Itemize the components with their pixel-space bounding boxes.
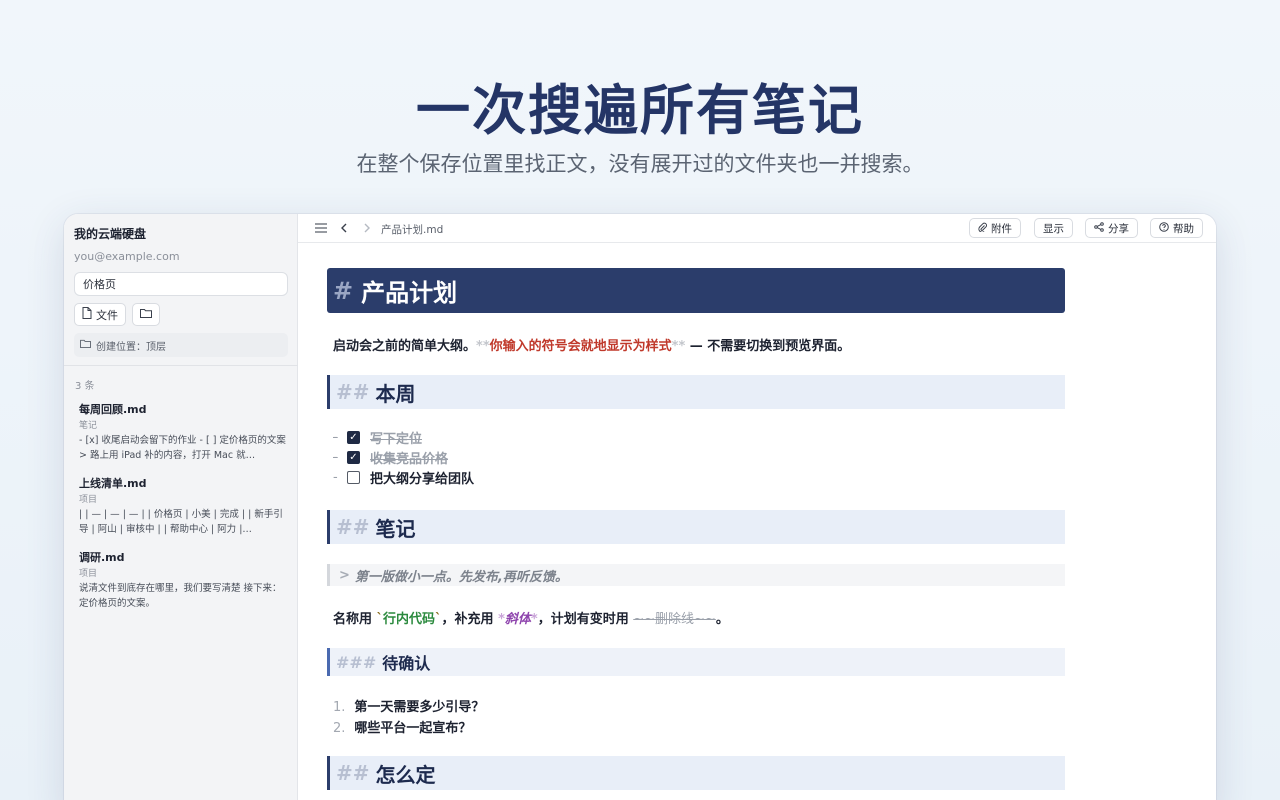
intro-paragraph: 启动会之前的简单大纲。**你输入的符号会就地显示为样式** — 不需要切换到预览…: [333, 335, 850, 354]
heading-marker: ##: [336, 515, 370, 539]
share-label: 分享: [1108, 222, 1129, 235]
heading-2-week: ## 本周: [327, 375, 1065, 409]
attach-label: 附件: [991, 222, 1012, 235]
search-result[interactable]: 每周回顾.md 笔记 - [x] 收尾启动会留下的作业 - [ ] 定价格页的文…: [79, 402, 289, 463]
result-type: 项目: [79, 495, 98, 505]
toolbar: 产品计划.md 附件 显示 分享 帮助: [298, 214, 1216, 243]
heading-text: 本周: [375, 381, 416, 406]
app-window: 我的云端硬盘 you@example.com 文件 创建位置：顶层 3 条 每周…: [64, 214, 1216, 800]
formatting-paragraph: 名称用 `行内代码`，补充用 *斜体*，计划有变时用 ~~删除线~~。: [333, 608, 729, 627]
heading-1: # 产品计划: [327, 268, 1065, 313]
checkbox-unchecked-icon[interactable]: [347, 470, 360, 484]
share-icon: [1094, 221, 1104, 235]
heading-3: ### 待确认: [327, 648, 1065, 676]
result-snippet: 说清文件到底存在哪里，我们要写清楚 接下来：定价格页的文案。: [79, 583, 282, 609]
heading-marker: ##: [336, 761, 370, 785]
share-button[interactable]: 分享: [1085, 218, 1138, 238]
bold-text: 你输入的符号会就地显示为样式: [489, 339, 672, 354]
heading-2-decide: ## 怎么定: [327, 756, 1065, 790]
hero-subtitle: 在整个保存位置里找正文，没有展开过的文件夹也一并搜索。: [356, 152, 924, 176]
inline-code: 行内代码: [383, 612, 436, 627]
back-icon[interactable]: [337, 221, 351, 235]
editor-pane: 产品计划.md 附件 显示 分享 帮助 # 产品计划 启动会之前的简单大纲。**…: [298, 214, 1216, 800]
list-item: 2. 哪些平台一起宣布？: [333, 717, 471, 736]
task-dash: -: [333, 449, 338, 465]
heading-text: 笔记: [375, 516, 416, 541]
paperclip-icon: [978, 222, 987, 235]
list-text: 第一天需要多少引导？: [354, 700, 485, 715]
display-label: 显示: [1043, 222, 1064, 235]
menu-icon[interactable]: [314, 221, 328, 235]
account-email: you@example.com: [74, 250, 180, 263]
task-label: 收集竞品价格: [370, 451, 449, 467]
italic-marker: *: [530, 612, 538, 627]
new-folder-button[interactable]: [132, 303, 160, 326]
new-file-label: 文件: [96, 308, 118, 322]
checkbox-checked-icon[interactable]: ✓: [347, 450, 360, 464]
blockquote: > 第一版做小一点。先发布,再听反馈。: [327, 564, 1065, 586]
heading-text: 怎么定: [375, 762, 436, 787]
intro-text: 启动会之前的简单大纲。: [333, 339, 477, 354]
task-dash: -: [333, 429, 338, 445]
heading-marker: #: [333, 276, 354, 305]
bold-marker: **: [671, 339, 686, 354]
display-button[interactable]: 显示: [1034, 218, 1073, 238]
inline-text: ，计划有变时用: [537, 612, 634, 627]
search-result[interactable]: 调研.md 项目 说清文件到底存在哪里，我们要写清楚 接下来：定价格页的文案。: [79, 550, 289, 611]
file-icon: [82, 307, 92, 322]
heading-marker: ###: [336, 652, 377, 672]
new-file-button[interactable]: 文件: [74, 303, 126, 326]
bold-marker: **: [476, 339, 490, 354]
result-title: 调研.md: [79, 551, 125, 564]
forward-icon[interactable]: [360, 221, 374, 235]
task-label: 把大纲分享给团队: [370, 471, 475, 487]
quote-text: 第一版做小一点。先发布,再听反馈。: [354, 569, 568, 585]
search-scope[interactable]: 创建位置：顶层: [74, 333, 288, 357]
list-number: 1.: [333, 700, 346, 715]
help-icon: [1159, 221, 1169, 235]
inline-text: ，补充用: [441, 612, 499, 627]
italic-text: 斜体: [504, 612, 531, 627]
result-title: 每周回顾.md: [79, 403, 147, 416]
heading-text: 待确认: [382, 654, 431, 673]
inline-text: 名称用: [333, 612, 377, 627]
sidebar: 我的云端硬盘 you@example.com 文件 创建位置：顶层 3 条 每周…: [64, 214, 298, 800]
current-file-name: 产品计划.md: [381, 224, 444, 236]
folder-icon: [80, 339, 91, 351]
task-dash: -: [333, 469, 338, 485]
search-scope-label: 创建位置：顶层: [96, 341, 166, 353]
quote-marker: >: [339, 567, 350, 583]
heading-2-notes: ## 笔记: [327, 510, 1065, 544]
result-title: 上线清单.md: [79, 477, 147, 490]
task-item: - 把大纲分享给团队: [333, 468, 475, 487]
help-label: 帮助: [1173, 222, 1194, 235]
list-item: 1. 第一天需要多少引导？: [333, 696, 484, 715]
strikethrough-text: ~~删除线~~: [633, 612, 716, 627]
italic-marker: *: [498, 612, 505, 627]
result-type: 笔记: [79, 421, 98, 431]
intro-suffix: — 不需要切换到预览界面。: [685, 339, 851, 354]
task-label: 写下定位: [370, 431, 423, 447]
heading-text: 产品计划: [361, 279, 458, 307]
help-button[interactable]: 帮助: [1150, 218, 1203, 238]
inline-text: 。: [715, 612, 729, 627]
search-result[interactable]: 上线清单.md 项目 | | — | — | — | | 价格页 | 小美 | …: [79, 476, 289, 537]
list-text: 哪些平台一起宣布？: [354, 721, 472, 736]
task-item: - ✓ 收集竞品价格: [333, 448, 449, 467]
result-snippet: - [x] 收尾启动会留下的作业 - [ ] 定价格页的文案 > 路上用 iPa…: [79, 435, 286, 461]
drive-title: 我的云端硬盘: [74, 227, 147, 241]
list-number: 2.: [333, 721, 346, 736]
divider: [64, 365, 298, 366]
checkbox-checked-icon[interactable]: ✓: [347, 430, 360, 444]
heading-marker: ##: [336, 380, 370, 404]
attach-button[interactable]: 附件: [969, 218, 1021, 238]
folder-icon: [140, 308, 152, 321]
search-input[interactable]: [74, 272, 288, 296]
result-snippet: | | — | — | — | | 价格页 | 小美 | 完成 | | 新手引导…: [79, 509, 283, 535]
task-item: - ✓ 写下定位: [333, 428, 423, 447]
hero-title: 一次搜遍所有笔记: [416, 79, 864, 142]
result-type: 项目: [79, 569, 98, 579]
result-count: 3 条: [75, 381, 95, 392]
